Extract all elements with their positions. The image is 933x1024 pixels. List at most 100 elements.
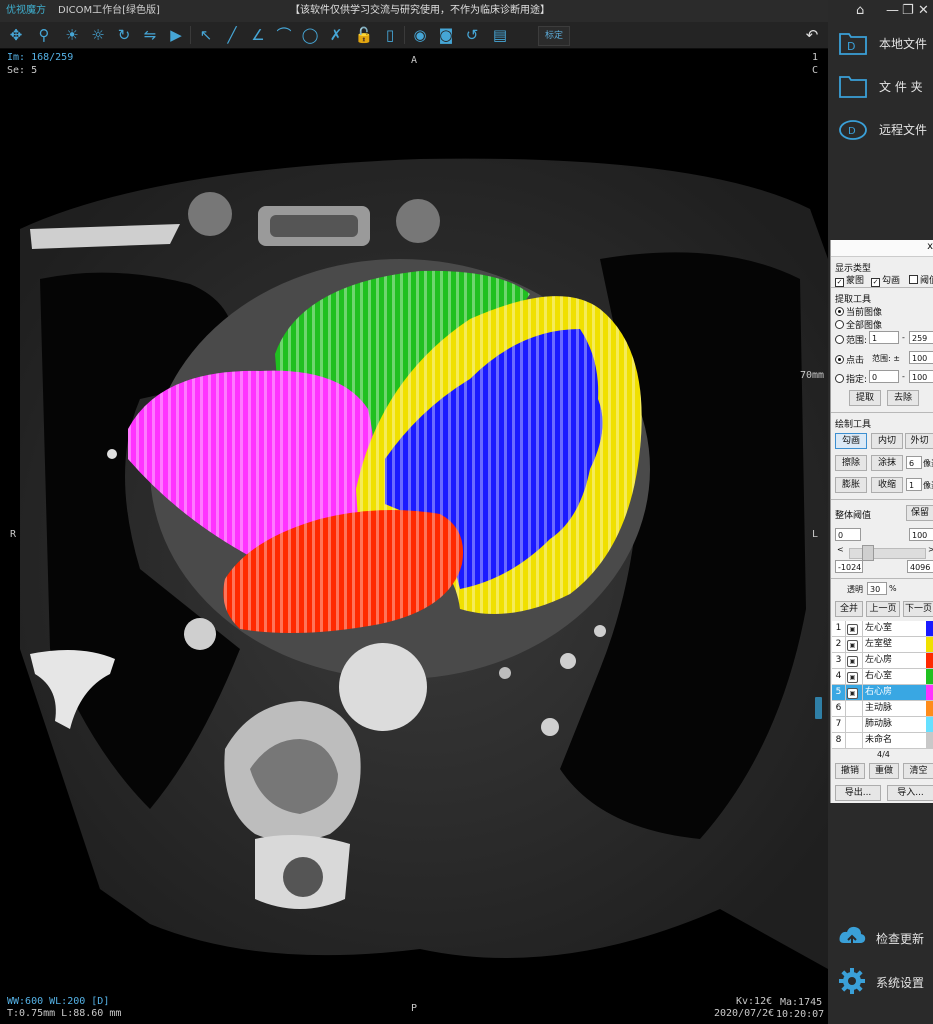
lock-icon[interactable]: ▣ [847,624,858,635]
label-row[interactable]: 6 主动脉 [832,701,933,717]
label-color-swatch[interactable] [926,653,933,668]
label-color-swatch[interactable] [926,685,933,700]
opacity-input[interactable]: 30 [867,582,887,595]
range-to-input[interactable]: 259 [909,331,933,344]
prev-page-button[interactable]: 上一页 [866,601,900,617]
pointer-icon[interactable]: ↖ [196,25,216,45]
mask-checkbox[interactable]: ✓ 蒙图 [835,273,864,287]
threshold-slider[interactable] [849,548,926,559]
threshold-min-input[interactable]: 0 [835,528,861,541]
line-icon[interactable]: ╱ [222,25,242,45]
inner-cut-button[interactable]: 内切 [871,433,903,449]
label-row[interactable]: 3 ▣ 左心房 [832,653,933,669]
nav-folder[interactable]: 文 件 夹 [828,67,933,107]
erase-button[interactable]: 擦除 [835,455,867,471]
all-images-radio[interactable]: 全部图像 [835,318,882,331]
threshold-max-input[interactable]: 100 [909,528,933,541]
import-button[interactable]: 导入... [887,785,933,801]
merge-button[interactable]: 全并 [835,601,863,617]
angle-icon[interactable]: ∠ [248,25,268,45]
minimize-icon[interactable]: — [886,0,899,22]
calibrate-button[interactable]: 标定 [538,26,570,46]
window-level-icon[interactable]: ☀ [62,25,82,45]
arc-icon[interactable]: ⌒ [274,25,294,45]
opacity-label: 透明 [847,585,863,594]
label-color-swatch[interactable] [926,701,933,716]
outline-checkbox[interactable]: ✓ 勾画 [871,273,900,287]
redo-button[interactable]: 重做 [869,763,899,779]
restore-icon[interactable]: ❐ [902,0,914,22]
delete-icon[interactable]: ▯ [380,25,400,45]
expand-button[interactable]: 膨胀 [835,477,867,493]
reset-icon[interactable]: ↺ [462,25,482,45]
label-row[interactable]: 8 未命名 [832,733,933,749]
label-color-swatch[interactable] [926,621,933,636]
label-row[interactable]: 4 ▣ 右心室 [832,669,933,685]
lock-icon[interactable]: ▣ [847,688,858,699]
label-color-swatch[interactable] [926,669,933,684]
label-list: 1 ▣ 左心室 2 ▣ 左室壁 3 ▣ 左心房 4 ▣ 右心室 5 ▣ 右心房 [832,621,933,749]
snapshot-icon[interactable]: ◙ [436,25,456,45]
nav-remote-files[interactable]: D 远程文件 [828,110,933,150]
threshold-slider-thumb[interactable] [862,545,874,561]
viewport-scroll-handle[interactable] [815,697,822,719]
click-point-radio[interactable]: 点击 [835,353,864,366]
label-row[interactable]: 7 肺动脉 [832,717,933,733]
threshold-low-input[interactable]: -1024 [835,560,863,573]
threshold-checkbox[interactable]: 阈值 [909,273,933,286]
remove-button[interactable]: 去除 [887,390,919,406]
check-update-label: 检查更新 [876,932,925,946]
home-icon[interactable]: ⌂ [856,0,864,22]
specify-to-input[interactable]: 100 [909,370,933,383]
flip-icon[interactable]: ⇋ [140,25,160,45]
clear-button[interactable]: 清空 [903,763,933,779]
label-row[interactable]: 2 ▣ 左室壁 [832,637,933,653]
auto-window-icon[interactable]: ☼ [88,25,108,45]
global-threshold-title: 整体阈值 [835,511,872,521]
play-icon[interactable]: ▶ [166,25,186,45]
threshold-high-input[interactable]: 4096 [907,560,933,573]
lock-icon[interactable]: ▣ [847,656,858,667]
label-row[interactable]: 1 ▣ 左心室 [832,621,933,637]
next-page-button[interactable]: 下一页 [903,601,933,617]
click-range-input[interactable]: 100 [909,351,933,364]
outer-cut-button[interactable]: 外切 [905,433,933,449]
paint-button[interactable]: 涂抹 [871,455,903,471]
undo-button[interactable]: 撤销 [835,763,865,779]
lock-icon[interactable]: ▣ [847,640,858,651]
nav-local-files[interactable]: D 本地文件 [828,24,933,64]
specify-from-input[interactable]: 0 [869,370,899,383]
rotate-icon[interactable]: ↻ [114,25,134,45]
export-button[interactable]: 导出... [835,785,881,801]
lock-icon[interactable]: ▣ [847,672,858,683]
paint-size-input[interactable]: 6 [906,456,922,469]
outline-draw-button[interactable]: 勾画 [835,433,867,449]
pan-icon[interactable]: ✥ [6,25,26,45]
label-color-swatch[interactable] [926,637,933,652]
erase-measure-icon[interactable]: ✗ [326,25,346,45]
range-radio[interactable]: 范围: [835,333,867,346]
close-window-icon[interactable]: ✕ [918,0,929,22]
slider-left-arrow[interactable]: < [837,545,844,554]
slider-right-arrow[interactable]: > [928,545,933,554]
shrink-button[interactable]: 收缩 [871,477,903,493]
check-update-button[interactable]: 检查更新 [828,920,933,956]
keep-button[interactable]: 保留 [906,505,933,521]
report-icon[interactable]: ▤ [490,25,510,45]
view-icon[interactable]: ◉ [410,25,430,45]
panel-close-icon[interactable]: x [927,241,933,252]
lock-icon[interactable]: 🔓 [354,25,374,45]
range-from-input[interactable]: 1 [869,331,899,344]
label-row-selected[interactable]: 5 ▣ 右心房 [832,685,933,701]
zoom-icon[interactable]: ⚲ [34,25,54,45]
current-image-radio[interactable]: 当前图像 [835,305,882,318]
roi-icon[interactable]: ◯ [300,25,320,45]
specify-radio[interactable]: 指定: [835,372,867,385]
label-color-swatch[interactable] [926,733,933,748]
extract-button[interactable]: 提取 [849,390,881,406]
shrink-size-input[interactable]: 1 [906,478,922,491]
back-icon[interactable]: ↶ [802,25,822,45]
label-color-swatch[interactable] [926,717,933,732]
system-settings-button[interactable]: 系统设置 [828,964,933,1000]
dicom-viewport[interactable]: Im: 168/259 Se: 5 A P R L 1 C 70mm WW:60… [0,49,828,1024]
